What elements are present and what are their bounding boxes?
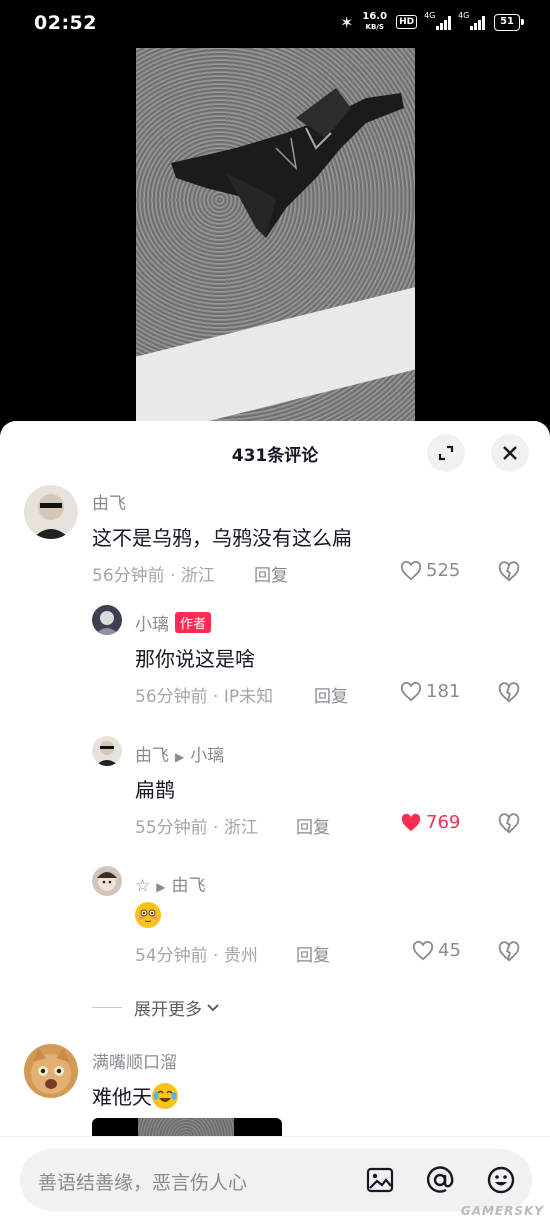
comment-username[interactable]: 小璃 作者 bbox=[135, 610, 212, 635]
signal-icon-2: 4G bbox=[458, 11, 486, 30]
like-button[interactable]: 181 bbox=[400, 681, 460, 702]
comment-meta: 54分钟前 · 贵州 bbox=[135, 946, 258, 966]
comment-meta: 55分钟前 · 浙江 bbox=[135, 818, 258, 838]
expand-more-replies-button[interactable]: 展开更多 bbox=[92, 995, 220, 1020]
comment-meta: 56分钟前 · 浙江 bbox=[92, 566, 215, 586]
expand-icon bbox=[438, 445, 454, 461]
comment-input-bar: 善语结善缘，恶言伤人心 GAMERSKY bbox=[0, 1136, 550, 1222]
network-speed: 16.0 KB/S bbox=[362, 11, 388, 32]
comments-header: 431条评论 bbox=[0, 421, 550, 485]
like-count: 181 bbox=[426, 681, 461, 702]
author-badge: 作者 bbox=[175, 612, 212, 633]
signal-icon: 4G bbox=[424, 11, 452, 30]
comment-username[interactable]: 满嘴顺口溜 bbox=[92, 1048, 177, 1073]
video-player[interactable] bbox=[0, 48, 550, 428]
reply-button[interactable]: 回复 bbox=[254, 561, 288, 586]
status-bar: 02:52 ✶ 16.0 KB/S HD 4G 4G 51 bbox=[0, 0, 550, 48]
comments-count-title: 431条评论 bbox=[231, 446, 319, 466]
comment-username[interactable]: 由飞 ▶ 小璃 bbox=[135, 741, 224, 766]
like-button[interactable]: 769 bbox=[400, 812, 460, 833]
avatar[interactable] bbox=[24, 1044, 78, 1098]
avatar[interactable] bbox=[92, 736, 122, 766]
comment-text: 那你说这是啥 bbox=[135, 647, 255, 671]
reply-button[interactable]: 回复 bbox=[314, 682, 348, 707]
comment-username[interactable]: 由飞 bbox=[92, 489, 126, 514]
emoji-icon[interactable] bbox=[485, 1164, 517, 1196]
like-count: 45 bbox=[438, 940, 461, 961]
close-icon bbox=[503, 446, 517, 460]
comment-text: 这不是乌鸦，乌鸦没有这么扁 bbox=[92, 526, 352, 550]
heart-icon bbox=[400, 560, 422, 580]
expand-sheet-button[interactable] bbox=[427, 434, 465, 472]
chevron-down-icon bbox=[207, 1003, 219, 1011]
like-count: 769 bbox=[426, 812, 461, 833]
road-marking bbox=[136, 275, 415, 428]
flattened-bird-image bbox=[171, 88, 404, 238]
image-icon[interactable] bbox=[364, 1164, 396, 1196]
dislike-icon[interactable] bbox=[498, 813, 520, 835]
reply-button[interactable]: 回复 bbox=[296, 813, 330, 838]
close-button[interactable] bbox=[491, 434, 529, 472]
heart-filled-icon bbox=[401, 813, 421, 831]
comment-text bbox=[135, 902, 161, 928]
like-count: 525 bbox=[426, 560, 461, 581]
reply-arrow-icon: ▶ bbox=[175, 750, 185, 764]
avatar[interactable] bbox=[24, 485, 78, 539]
gamersky-watermark: GAMERSKY bbox=[460, 1204, 544, 1218]
comment-text: 难他天 bbox=[92, 1081, 178, 1110]
heart-icon bbox=[412, 940, 434, 960]
comments-sheet: 431条评论 由飞 这不是乌鸦，乌鸦没有这么扁 56分钟前 · 浙江 回复 52… bbox=[0, 421, 550, 1222]
like-button[interactable]: 45 bbox=[412, 940, 461, 961]
hd-badge: HD bbox=[396, 15, 418, 29]
bluetooth-icon: ✶ bbox=[339, 12, 354, 32]
reply-arrow-icon: ▶ bbox=[156, 880, 166, 894]
status-icons: ✶ 16.0 KB/S HD 4G 4G 51 bbox=[339, 11, 524, 32]
status-time: 02:52 bbox=[34, 12, 97, 34]
video-frame bbox=[136, 48, 415, 428]
laughing-crying-emoji-icon bbox=[152, 1083, 178, 1109]
dislike-icon[interactable] bbox=[498, 682, 520, 704]
comment-meta: 56分钟前 · IP未知 bbox=[135, 687, 274, 707]
comment-input[interactable]: 善语结善缘，恶言伤人心 bbox=[20, 1149, 532, 1211]
like-button[interactable]: 525 bbox=[400, 560, 460, 581]
heart-icon bbox=[400, 681, 422, 701]
comment-input-placeholder: 善语结善缘，恶言伤人心 bbox=[38, 1172, 248, 1194]
battery-icon: 51 bbox=[494, 13, 524, 31]
flushed-face-emoji-icon bbox=[135, 902, 161, 928]
reply-button[interactable]: 回复 bbox=[296, 941, 330, 966]
mention-icon[interactable] bbox=[424, 1164, 456, 1196]
dislike-icon[interactable] bbox=[498, 941, 520, 963]
comment-text: 扁鹊 bbox=[135, 778, 175, 802]
avatar[interactable] bbox=[92, 866, 122, 896]
divider bbox=[92, 1007, 122, 1008]
comment-username[interactable]: ☆ ▶ 由飞 bbox=[135, 871, 205, 896]
dislike-icon[interactable] bbox=[498, 561, 520, 583]
avatar[interactable] bbox=[92, 605, 122, 635]
